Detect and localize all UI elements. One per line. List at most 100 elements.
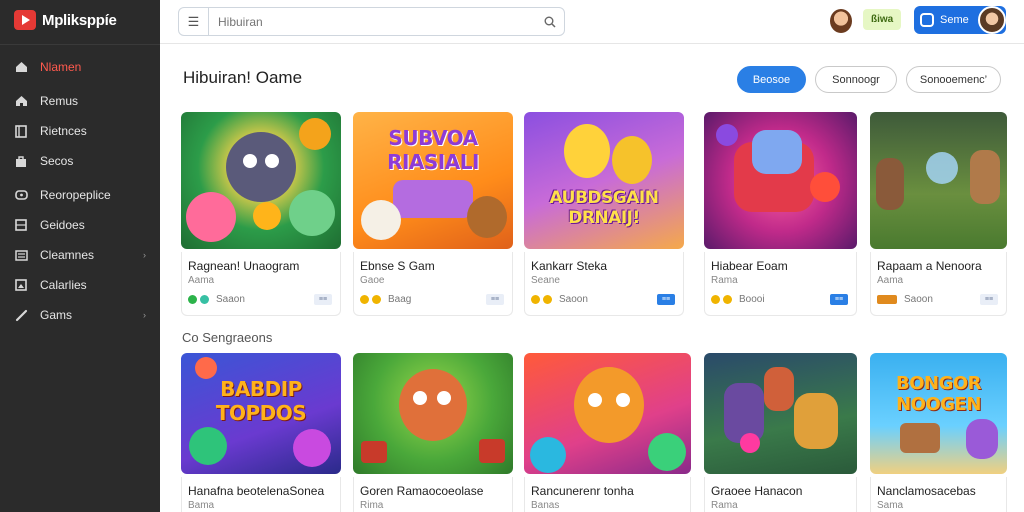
sidebar-item-label: Calarlies (40, 278, 87, 292)
search-icon[interactable] (536, 16, 564, 28)
card-subtitle: Seane (531, 275, 560, 286)
house-icon (14, 94, 28, 108)
sidebar-item-label: Reoropeplice (40, 188, 111, 202)
card-subtitle: Gaoe (360, 275, 385, 286)
game-thumbnail (870, 112, 1007, 249)
platform-tag: ≡≡ (486, 294, 504, 305)
card-footer: Saoon (877, 294, 933, 305)
search-bar: ☰ (178, 7, 565, 36)
chevron-right-icon: › (143, 310, 146, 320)
card-info: Graoee Hanacon Rama (704, 477, 857, 512)
card-footer: Saoon (531, 294, 588, 305)
game-card[interactable]: Goren Ramaocoeolase Rima (353, 353, 513, 512)
game-thumbnail (524, 353, 691, 474)
rating-dot-icon (188, 295, 197, 304)
game-thumbnail (181, 112, 341, 249)
card-footer-label: Saaon (216, 294, 245, 305)
app-logo[interactable]: Mpliksppíe (14, 10, 117, 30)
character-avatar[interactable] (830, 9, 852, 33)
play-logo-icon (14, 10, 36, 30)
card-title: Nanclamosacebas (877, 484, 976, 498)
card-subtitle: Sama (877, 500, 904, 511)
game-thumbnail: BABDIP TOPDOS (181, 353, 341, 474)
card-subtitle: Rama (711, 275, 738, 286)
card-info: Goren Ramaocoeolase Rima (353, 477, 513, 512)
book-icon (14, 124, 28, 138)
profile-icon (920, 13, 934, 27)
game-card[interactable]: Graoee Hanacon Rama (704, 353, 857, 512)
card-footer: Saaon (188, 294, 245, 305)
card-footer-label: Saoon (559, 294, 588, 305)
card-title: Goren Ramaocoeolase (360, 484, 484, 498)
game-card[interactable]: Ragnean! Unaogram Aama Saaon ≡≡ (181, 112, 341, 316)
star-icon (711, 295, 720, 304)
card-subtitle: Aama (188, 275, 215, 286)
card-info: Kankarr Steka Seane Saoon ≡≡ (524, 252, 684, 316)
star-icon (360, 295, 369, 304)
card-title: Hanafna beotelenaSonea (188, 484, 325, 498)
topbar: ☰ ßiwa Seme (160, 0, 1024, 44)
card-info: Rancunerenr tonha Banas (524, 477, 691, 512)
avatar (978, 6, 1006, 34)
game-card[interactable]: Rapaam a Nenoora Aama Saoon ≡≡ (870, 112, 1007, 316)
card-title: Kankarr Steka (531, 259, 608, 273)
card-info: Hiabear Eoam Rama Boooi ≡≡ (704, 252, 857, 316)
menu-icon[interactable]: ☰ (179, 8, 209, 35)
sidebar-item-label: Rietnces (40, 124, 87, 138)
filter-button-third[interactable]: Sonooemenc’ (906, 66, 1001, 93)
card-footer: Boooi (711, 294, 765, 305)
card-subtitle: Rima (360, 500, 384, 511)
thumbnail-art-text: AUBDSGAIN DRNAIJ! (549, 188, 659, 228)
card-title: Rancunerenr tonha (531, 484, 634, 498)
sidebar-item-remus[interactable]: Remus (0, 86, 160, 116)
card-subtitle: Banas (531, 500, 560, 511)
sidebar-item-cleamnes[interactable]: Cleamnes › (0, 240, 160, 270)
chevron-right-icon: › (143, 250, 146, 260)
card-title: Ebnse S Gam (360, 259, 435, 273)
sidebar-item-label: Nlamen (40, 60, 82, 74)
sidebar-item-label: Gams (40, 308, 73, 322)
card-title: Rapaam a Nenoora (877, 259, 982, 273)
game-card[interactable]: SUBVOA RIASIALI Ebnse S Gam Gaoe Baag ≡≡ (353, 112, 513, 316)
user-button[interactable]: Seme (914, 6, 1006, 34)
game-card[interactable]: Rancunerenr tonha Banas (524, 353, 691, 512)
rating-dot-icon (200, 295, 209, 304)
platform-tag: ≡≡ (314, 294, 332, 305)
thumbnail-art-text: BONGOR NOOGEN (895, 373, 982, 415)
filter-button-primary[interactable]: Beosoe (737, 66, 806, 93)
card-subtitle: Rama (711, 500, 738, 511)
game-card[interactable]: BONGOR NOOGEN Nanclamosacebas Sama (870, 353, 1007, 512)
status-badge[interactable]: ßiwa (863, 9, 902, 30)
sidebar-item-gams[interactable]: Gams › (0, 300, 160, 330)
filter-button-second[interactable]: Sonnoogr (815, 66, 897, 93)
card-info: Nanclamosacebas Sama (870, 477, 1007, 512)
sidebar-item-reoropeplice[interactable]: Reoropeplice (0, 180, 160, 210)
category-icon (877, 295, 897, 304)
thumbnail-art-text: BABDIP TOPDOS (215, 377, 307, 425)
platform-tag: ≡≡ (830, 294, 848, 305)
sidebar-item-geidoes[interactable]: Geidoes (0, 210, 160, 240)
sidebar-item-label: Cleamnes (40, 248, 95, 262)
game-card[interactable]: BABDIP TOPDOS Hanafna beotelenaSonea Bam… (181, 353, 341, 512)
card-footer: Baag (360, 294, 411, 305)
sidebar-item-home[interactable]: Nlamen (0, 52, 160, 82)
sidebar-item-label: Remus (40, 94, 79, 108)
bag-icon (14, 154, 28, 168)
sidebar-item-label: Geidoes (40, 218, 85, 232)
sidebar-item-rietnces[interactable]: Rietnces (0, 116, 160, 146)
card-footer-label: Baag (388, 294, 412, 305)
card-footer-label: Saoon (904, 294, 933, 305)
thumbnail-art-text: SUBVOA RIASIALI (387, 126, 479, 174)
gamepad-icon (14, 188, 28, 202)
sidebar-item-label: Secos (40, 154, 74, 168)
card-footer-label: Boooi (739, 294, 765, 305)
game-card[interactable]: AUBDSGAIN DRNAIJ! Kankarr Steka Seane Sa… (524, 112, 684, 316)
logo-text: Mpliksppíe (42, 11, 117, 29)
sidebar-item-calarlies[interactable]: Calarlies (0, 270, 160, 300)
sidebar-item-secos[interactable]: Secos (0, 146, 160, 176)
game-card[interactable]: Hiabear Eoam Rama Boooi ≡≡ (704, 112, 857, 316)
search-input[interactable] (209, 8, 536, 35)
game-thumbnail (704, 112, 857, 249)
star-icon (531, 295, 540, 304)
sidebar: Mpliksppíe Nlamen Remus Rietnces Secos R… (0, 0, 160, 512)
